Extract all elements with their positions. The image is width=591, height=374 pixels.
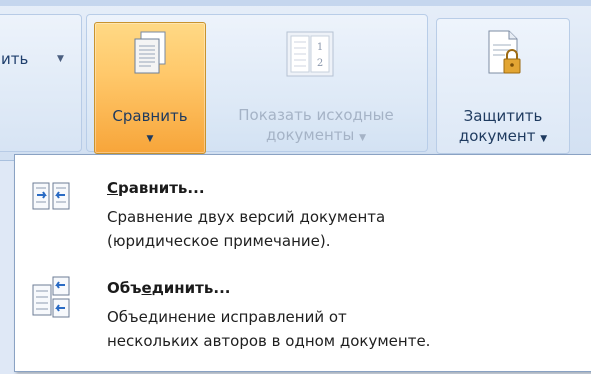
menu-item-merge-title-pre: Объ [107,279,142,297]
menu-item-compare[interactable]: Сравнить... Сравнение двух версий докуме… [15,169,591,259]
menu-item-merge-title-rest: динить... [151,279,231,297]
compare-button-label: Сравнить [112,107,188,125]
menu-item-merge-desc-line1: Объединение исправлений от [107,308,347,326]
chevron-down-icon: ▼ [540,134,548,144]
protect-label-line1: Защитить [463,107,543,125]
show-source-label-line2-wrap: документы ▼ [207,126,425,147]
menu-item-compare-accelerator: С [107,179,119,197]
menu-item-merge-desc-line2: нескольких авторов в одном документе. [107,332,431,350]
protect-document-button[interactable]: Защитить документ ▼ [436,18,570,154]
compare-documents-icon [134,31,166,74]
chevron-down-icon: ▼ [57,54,64,64]
show-source-label-line2: документы [265,126,355,144]
protect-label-line2-wrap: документ ▼ [437,127,569,148]
menu-item-merge-accelerator: е [141,279,152,297]
menu-item-compare-title: Сравнить... [107,179,205,197]
compare-button[interactable]: Сравнить ▼ [94,22,206,154]
chevron-down-icon: ▼ [359,133,367,143]
menu-item-merge[interactable]: Объединить... Объединение исправлений от… [15,269,591,359]
svg-text:2: 2 [317,58,323,69]
show-source-documents-button[interactable]: 1 2 Показать исходные документы ▼ [207,22,425,152]
menu-item-merge-title: Объединить... [107,279,230,297]
source-documents-icon: 1 2 [286,31,334,77]
ribbon-left-button[interactable]: ить ▼ [0,14,82,152]
ribbon: ить ▼ Сравнить ▼ 1 2 Показать исходные д… [0,0,591,161]
show-source-label-line1: Показать исходные [238,106,394,124]
menu-item-compare-desc-line1: Сравнение двух версий документа [107,208,386,226]
svg-text:1: 1 [317,42,323,53]
menu-item-compare-desc-line2: (юридическое примечание). [107,232,331,250]
protect-document-icon [488,30,521,74]
compare-icon [32,182,70,210]
protect-label-line2: документ [458,127,536,145]
menu-item-compare-title-rest: равнить... [118,179,205,197]
ribbon-top-line [0,0,591,6]
compare-dropdown-menu: Сравнить... Сравнение двух версий докуме… [14,154,591,372]
chevron-down-icon: ▼ [146,134,154,144]
merge-icon [32,276,70,318]
ribbon-left-button-label: ить [1,50,29,68]
